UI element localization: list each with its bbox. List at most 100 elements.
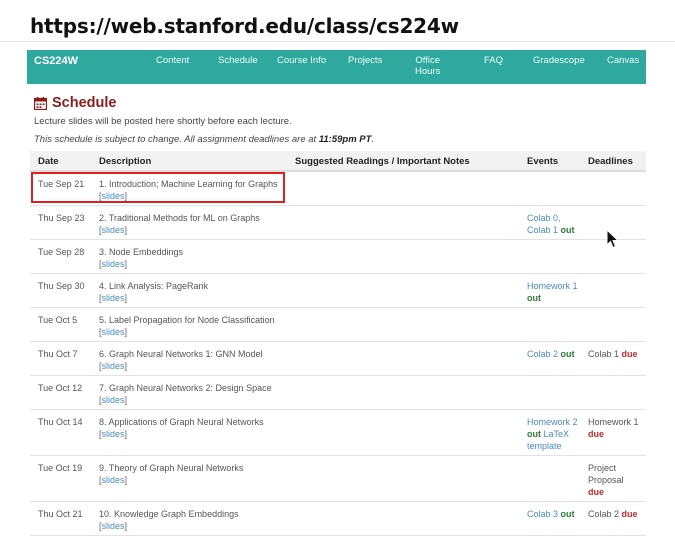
row-description: 9. Theory of Graph Neural Networks [slid… (99, 462, 243, 486)
header-date: Date (38, 156, 59, 167)
row-description: 1. Introduction; Machine Learning for Gr… (99, 178, 278, 202)
row-description: 6. Graph Neural Networks 1: GNN Model [s… (99, 348, 263, 372)
slides-bracket: [slides] (99, 475, 128, 485)
table-row: Tue Oct 12 7. Graph Neural Networks 2: D… (30, 376, 646, 410)
due-label: due (621, 509, 638, 519)
lecture-title: 6. Graph Neural Networks 1: GNN Model (99, 349, 263, 359)
slides-link[interactable]: slides (102, 225, 125, 235)
slides-link[interactable]: slides (102, 521, 125, 531)
change-note-prefix: This schedule is subject to change. All … (34, 134, 319, 145)
due-label: due (588, 429, 605, 439)
slides-bracket: [slides] (99, 225, 128, 235)
row-deadlines: Colab 1 due (588, 348, 638, 360)
header-events: Events (527, 156, 559, 167)
row-date: Tue Oct 12 (38, 383, 83, 393)
lecture-slides-note: Lecture slides will be posted here short… (34, 116, 292, 127)
row-events: Homework 2 out LaTeX template (527, 416, 578, 452)
nav-item-content[interactable]: Content (156, 55, 189, 66)
row-deadlines: Project Proposal due (588, 462, 624, 498)
top-navbar: CS224W Content Schedule Course Info Proj… (27, 50, 646, 84)
row-description: 10. Knowledge Graph Embeddings [slides] (99, 508, 239, 532)
slides-bracket: [slides] (99, 259, 128, 269)
table-row: Thu Oct 21 10. Knowledge Graph Embedding… (30, 502, 646, 536)
slides-bracket: [slides] (99, 361, 128, 371)
due-label: due (621, 349, 638, 359)
deadline-time: 11:59pm PT (318, 134, 372, 145)
lecture-title: 7. Graph Neural Networks 2: Design Space (99, 383, 272, 393)
nav-item-schedule[interactable]: Schedule (218, 55, 258, 66)
colab2-link[interactable]: Colab 2 (527, 349, 558, 359)
page-title: Schedule (52, 95, 117, 111)
out-label: out (560, 509, 575, 519)
row-events: Homework 1 out (527, 280, 578, 304)
slides-link[interactable]: slides (102, 429, 125, 439)
homework1-deadline: Homework 1 (588, 417, 639, 427)
colab1-deadline: Colab 1 (588, 349, 620, 359)
slides-link[interactable]: slides (102, 361, 125, 371)
slides-bracket: [slides] (99, 429, 128, 439)
nav-item-gradescope[interactable]: Gradescope (533, 55, 585, 66)
calendar-icon (33, 96, 48, 110)
nav-item-projects[interactable]: Projects (348, 55, 382, 66)
out-label: out (527, 429, 541, 439)
out-label: out (560, 349, 575, 359)
homework2-link[interactable]: Homework 2 (527, 417, 578, 427)
proposal-deadline: Proposal (588, 475, 624, 485)
table-row: Tue Oct 19 9. Theory of Graph Neural Net… (30, 456, 646, 502)
slides-link[interactable]: slides (102, 259, 125, 269)
change-note-suffix: . (371, 134, 375, 145)
table-row: Thu Oct 14 8. Applications of Graph Neur… (30, 410, 646, 456)
lecture-title: 5. Label Propagation for Node Classifica… (99, 315, 275, 325)
nav-item-canvas[interactable]: Canvas (607, 55, 639, 66)
colab1-link[interactable]: Colab 1 (527, 225, 558, 235)
row-date: Thu Sep 23 (38, 213, 85, 223)
latex-link[interactable]: LaTeX (544, 429, 570, 439)
slides-link[interactable]: slides (102, 327, 125, 337)
due-label: due (588, 487, 605, 497)
nav-item-course-info[interactable]: Course Info (277, 55, 326, 66)
nav-item-faq[interactable]: FAQ (484, 55, 503, 66)
row-events: Colab 2 out (527, 348, 575, 360)
slides-bracket: [slides] (99, 395, 128, 405)
row-description: 2. Traditional Methods for ML on Graphs … (99, 212, 260, 236)
template-link[interactable]: template (527, 441, 562, 451)
row-description: 5. Label Propagation for Node Classifica… (99, 314, 275, 338)
events-comma: , (558, 213, 561, 223)
schedule-table: Date Description Suggested Readings / Im… (30, 151, 646, 536)
lecture-title: 1. Introduction; Machine Learning for Gr… (99, 179, 278, 189)
slides-link[interactable]: slides (102, 191, 125, 201)
lecture-title: 10. Knowledge Graph Embeddings (99, 509, 239, 519)
row-deadlines: Colab 2 due (588, 508, 638, 520)
schedule-heading: Schedule (33, 94, 117, 112)
row-date: Thu Oct 14 (38, 417, 83, 427)
colab2-deadline: Colab 2 (588, 509, 620, 519)
table-header: Date Description Suggested Readings / Im… (30, 151, 646, 172)
brand-link[interactable]: CS224W (34, 55, 78, 67)
row-description: 3. Node Embeddings [slides] (99, 246, 183, 270)
out-label: out (560, 225, 575, 235)
row-events: Colab 3 out (527, 508, 575, 520)
table-row: Thu Sep 23 2. Traditional Methods for ML… (30, 206, 646, 240)
nav-item-office-hours[interactable]: Office Hours (415, 55, 440, 77)
colab0-link[interactable]: Colab 0 (527, 213, 558, 223)
row-description: 7. Graph Neural Networks 2: Design Space… (99, 382, 272, 406)
lecture-title: 3. Node Embeddings (99, 247, 184, 257)
row-date: Tue Oct 19 (38, 463, 83, 473)
slides-link[interactable]: slides (102, 293, 125, 303)
homework1-link[interactable]: Homework 1 (527, 281, 578, 291)
colab3-link[interactable]: Colab 3 (527, 509, 558, 519)
mouse-cursor-icon (606, 228, 620, 249)
lecture-title: 9. Theory of Graph Neural Networks (99, 463, 244, 473)
slides-bracket: [slides] (99, 327, 128, 337)
slides-link[interactable]: slides (102, 395, 125, 405)
schedule-change-note: This schedule is subject to change. All … (34, 134, 374, 145)
table-row: Tue Sep 21 1. Introduction; Machine Lear… (30, 172, 646, 206)
slides-link[interactable]: slides (102, 475, 125, 485)
header-readings: Suggested Readings / Important Notes (295, 156, 470, 167)
slides-bracket: [slides] (99, 521, 128, 531)
row-deadlines: Homework 1 due (588, 416, 639, 440)
header-deadlines: Deadlines (588, 156, 633, 167)
slides-bracket: [slides] (99, 293, 128, 303)
header-description: Description (99, 156, 152, 167)
row-date: Tue Sep 28 (38, 247, 85, 257)
